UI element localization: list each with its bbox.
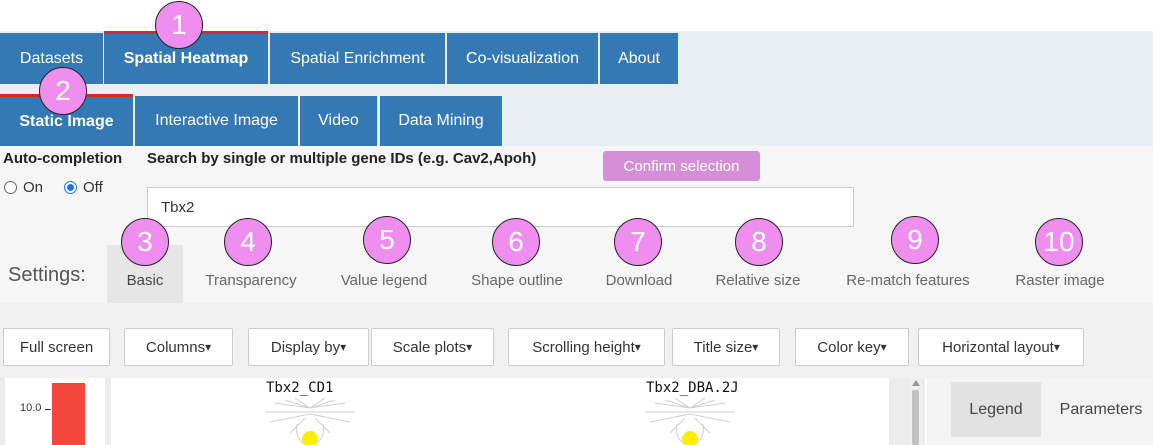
title-size-dropdown[interactable]: Title size [672, 328, 780, 366]
tab-co-visualization[interactable]: Co-visualization [447, 33, 598, 84]
cell-cd1 [302, 431, 318, 445]
scale-tick-mark [45, 409, 51, 410]
scale-plots-dropdown[interactable]: Scale plots [371, 328, 494, 366]
plot-scrollbar[interactable] [910, 378, 921, 445]
annotation-badge-2: 2 [39, 67, 87, 115]
spatial-shape-dba2j [645, 398, 735, 445]
settings-label: Settings: [8, 264, 86, 286]
plot-title-cd1: Tbx2_CD1 [266, 380, 334, 396]
radio-off[interactable]: Off [64, 179, 103, 196]
radio-off-circle[interactable] [64, 181, 77, 194]
side-tab-parameters[interactable]: Parameters [1044, 382, 1153, 437]
cell-dba2j [682, 431, 698, 445]
tab-about[interactable]: About [600, 33, 678, 84]
scroll-up-icon[interactable] [912, 380, 920, 386]
columns-dropdown[interactable]: Columns [124, 328, 233, 366]
gene-search-label: Search by single or multiple gene IDs (e… [147, 150, 537, 167]
subtab-data-mining[interactable]: Data Mining [380, 96, 502, 146]
confirm-selection-button[interactable]: Confirm selection [603, 151, 760, 181]
radio-off-label: Off [83, 179, 103, 196]
annotation-badge-7: 7 [614, 218, 662, 266]
horizontal-layout-dropdown[interactable]: Horizontal layout [918, 328, 1084, 366]
annotation-badge-6: 6 [492, 218, 540, 266]
scroll-thumb[interactable] [912, 390, 919, 445]
annotation-badge-3: 3 [121, 218, 169, 266]
subtab-interactive-image[interactable]: Interactive Image [135, 96, 298, 146]
display-by-dropdown[interactable]: Display by [248, 328, 369, 366]
annotation-badge-4: 4 [224, 218, 272, 266]
autocompletion-label: Auto-completion [3, 150, 123, 167]
annotation-badge-5: 5 [363, 216, 411, 264]
side-tab-legend[interactable]: Legend [951, 382, 1041, 437]
annotation-badge-10: 10 [1035, 218, 1083, 266]
radio-on[interactable]: On [4, 179, 43, 196]
app-page: Datasets Spatial Heatmap Spatial Enrichm… [0, 0, 1153, 445]
full-screen-button[interactable]: Full screen [3, 328, 110, 366]
color-key-dropdown[interactable]: Color key [795, 328, 909, 366]
scale-tick-label: 10.0 [20, 402, 42, 414]
annotation-badge-1: 1 [155, 1, 203, 49]
radio-on-label: On [23, 179, 44, 196]
spatial-shape-cd1 [265, 398, 355, 445]
heatmap-plots [111, 378, 889, 445]
subtab-video[interactable]: Video [300, 96, 377, 146]
annotation-badge-9: 9 [891, 216, 939, 264]
annotation-badge-8: 8 [735, 218, 783, 266]
scrolling-height-dropdown[interactable]: Scrolling height [508, 328, 665, 366]
plot-title-dba2j: Tbx2_DBA.2J [646, 380, 739, 396]
tab-spatial-enrichment[interactable]: Spatial Enrichment [270, 33, 445, 84]
color-scale-bar [52, 383, 85, 445]
radio-on-circle[interactable] [4, 181, 17, 194]
